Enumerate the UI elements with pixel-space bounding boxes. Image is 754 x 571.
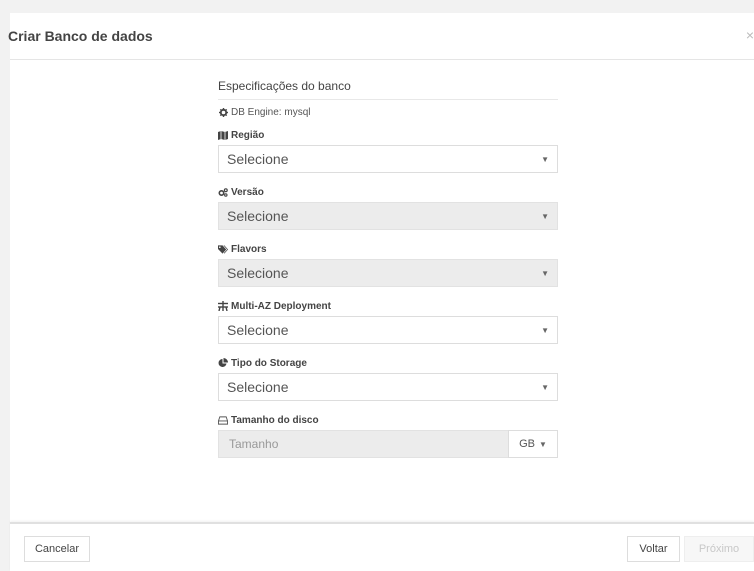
cancel-button[interactable]: Cancelar — [24, 536, 90, 562]
hdd-icon — [218, 415, 228, 425]
regiao-select[interactable]: Selecione ▼ — [218, 145, 558, 173]
disk-size-input[interactable]: Tamanho — [218, 430, 508, 458]
map-icon — [218, 130, 228, 140]
db-engine-info: DB Engine: mysql — [218, 107, 558, 118]
disk-size-group: Tamanho GB ▼ — [218, 430, 558, 458]
fork-icon — [218, 301, 228, 311]
multi-az-select[interactable]: Selecione ▼ — [218, 316, 558, 344]
db-spec-form: Especificações do banco DB Engine: mysql… — [218, 79, 558, 458]
field-label-storage: Tipo do Storage — [218, 356, 558, 370]
field-label-regiao: Região — [218, 128, 558, 142]
field-label-disk: Tamanho do disco — [218, 413, 558, 427]
chevron-down-icon: ▼ — [541, 154, 549, 164]
multi-az-label: Multi-AZ Deployment — [231, 300, 331, 312]
flavors-select[interactable]: Selecione ▼ — [218, 259, 558, 287]
section-title: Especificações do banco — [218, 79, 558, 100]
storage-label: Tipo do Storage — [231, 357, 307, 369]
storage-select[interactable]: Selecione ▼ — [218, 373, 558, 401]
chevron-down-icon: ▼ — [541, 325, 549, 335]
modal-footer: Cancelar Voltar Próximo — [10, 522, 754, 571]
regiao-label: Região — [231, 129, 265, 141]
back-button[interactable]: Voltar — [627, 536, 680, 562]
close-icon[interactable]: × — [746, 27, 754, 43]
flavors-select-value: Selecione — [227, 265, 289, 281]
storage-select-value: Selecione — [227, 379, 289, 395]
versao-label: Versão — [231, 186, 264, 198]
chevron-down-icon: ▼ — [541, 268, 549, 278]
versao-select[interactable]: Selecione ▼ — [218, 202, 558, 230]
field-label-versao: Versão — [218, 185, 558, 199]
db-engine-text: DB Engine: mysql — [231, 107, 311, 118]
flavors-label: Flavors — [231, 243, 267, 255]
unit-label: GB — [519, 438, 535, 450]
cogs-icon — [218, 187, 228, 197]
versao-select-value: Selecione — [227, 208, 289, 224]
gear-icon — [218, 108, 228, 118]
tags-icon — [218, 244, 228, 254]
create-database-modal: Criar Banco de dados × Especificações do… — [8, 13, 754, 571]
chevron-down-icon: ▼ — [538, 439, 547, 449]
disk-label: Tamanho do disco — [231, 414, 319, 426]
chevron-down-icon: ▼ — [541, 211, 549, 221]
field-label-multi-az: Multi-AZ Deployment — [218, 299, 558, 313]
regiao-select-value: Selecione — [227, 151, 289, 167]
unit-dropdown-button[interactable]: GB ▼ — [508, 430, 558, 458]
multi-az-select-value: Selecione — [227, 322, 289, 338]
chevron-down-icon: ▼ — [541, 382, 549, 392]
modal-header: Criar Banco de dados × — [8, 13, 754, 60]
field-label-flavors: Flavors — [218, 242, 558, 256]
pie-chart-icon — [218, 358, 228, 368]
modal-title: Criar Banco de dados — [8, 28, 153, 44]
next-button[interactable]: Próximo — [684, 536, 754, 562]
